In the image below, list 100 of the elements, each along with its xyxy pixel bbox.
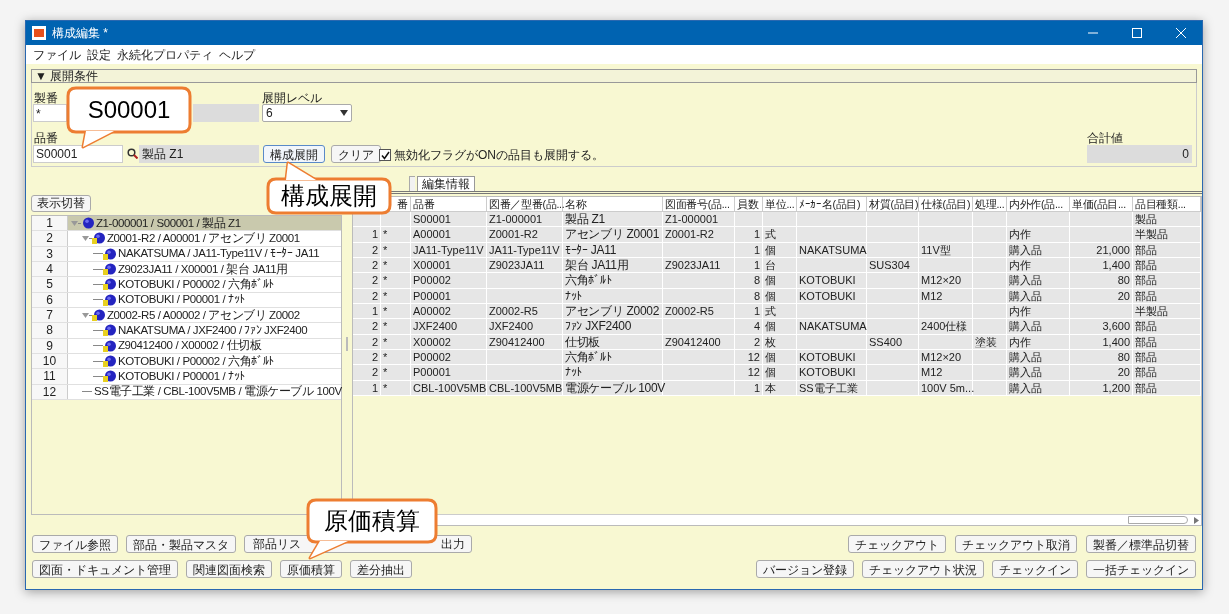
total-field: 0 bbox=[1087, 145, 1192, 163]
action-button[interactable]: チェックアウト bbox=[848, 535, 946, 553]
tree-row[interactable]: Z0001-R2 / A00001 / アセンブリ Z0001 bbox=[68, 231, 341, 246]
tree-row[interactable]: KOTOBUKI / P00001 / ﾅｯﾄ bbox=[68, 369, 341, 384]
tree-node-label: Z1-000001 / S00001 / 製品 Z1 bbox=[96, 215, 241, 231]
level-dropdown[interactable]: 6 bbox=[262, 104, 352, 122]
action-button[interactable]: バージョン登録 bbox=[756, 560, 854, 578]
search-icon[interactable] bbox=[127, 148, 138, 159]
action-button[interactable]: 製番／標準品切替 bbox=[1086, 535, 1196, 553]
table-cell: 部品 bbox=[1133, 334, 1201, 349]
table-cell: Z0002-R5 bbox=[663, 303, 735, 319]
collapse-icon[interactable] bbox=[82, 311, 89, 319]
table-cell: 1 bbox=[353, 227, 381, 242]
tree-row[interactable]: Z1-000001 / S00001 / 製品 Z1 bbox=[68, 216, 341, 231]
field-label: 品番 bbox=[34, 130, 58, 147]
action-button[interactable]: ファイル参照 bbox=[32, 535, 118, 553]
menu-item[interactable]: 設定 bbox=[87, 45, 111, 64]
tab[interactable] bbox=[409, 176, 415, 191]
splitter-handle[interactable] bbox=[346, 337, 348, 351]
column-header[interactable]: 単位... bbox=[765, 198, 795, 210]
table-cell: S00001 bbox=[411, 212, 487, 227]
action-button[interactable]: チェックアウト取消 bbox=[955, 535, 1077, 553]
field-label: 展開レベル bbox=[262, 90, 322, 107]
table-cell: 購入品 bbox=[1007, 380, 1070, 395]
menu-item[interactable]: ヘルプ bbox=[219, 45, 255, 64]
table-cell: SS電子工業 bbox=[797, 380, 867, 395]
action-button[interactable]: 部品・製品マスタ bbox=[126, 535, 236, 553]
table-cell: 100V 5m... bbox=[919, 380, 973, 395]
seiban-field[interactable]: * bbox=[33, 104, 67, 122]
part-icon bbox=[92, 232, 105, 245]
table-cell: M12×20 bbox=[919, 349, 973, 365]
tree-row[interactable]: KOTOBUKI / P00002 / 六角ﾎﾞﾙﾄ bbox=[68, 277, 341, 292]
column-header[interactable]: 処理... bbox=[975, 198, 1005, 210]
window-title: 構成編集 * bbox=[52, 25, 108, 42]
table-cell: 80 bbox=[1070, 349, 1133, 365]
app-icon bbox=[32, 26, 46, 40]
clear-button[interactable]: クリア bbox=[331, 145, 381, 163]
column-header[interactable]: 単価(品目... bbox=[1072, 198, 1126, 210]
action-button[interactable]: 差分抽出 bbox=[350, 560, 412, 578]
table-cell: KOTOBUKI bbox=[797, 365, 867, 380]
column-header[interactable]: 番 bbox=[397, 198, 408, 210]
part-icon bbox=[92, 309, 105, 322]
column-header[interactable]: 名称 bbox=[565, 198, 587, 210]
action-button[interactable]: チェックアウト状況 bbox=[862, 560, 984, 578]
callout-text: S00001 bbox=[87, 96, 171, 124]
column-header[interactable]: 品目種類... bbox=[1135, 198, 1186, 210]
table-cell: M12 bbox=[919, 365, 973, 380]
row-number: 11 bbox=[32, 369, 68, 384]
action-button[interactable]: 関連図面検索 bbox=[186, 560, 272, 578]
action-button[interactable]: 原価積算 bbox=[280, 560, 342, 578]
table-cell: NAKATSUMA bbox=[797, 319, 867, 334]
action-button[interactable]: 一括チェックイン bbox=[1086, 560, 1196, 578]
table-cell: 2 bbox=[735, 334, 763, 349]
table-cell: JXF2400 bbox=[411, 319, 487, 334]
action-button[interactable]: 図面・ドキュメント管理 bbox=[32, 560, 178, 578]
column-header[interactable]: 員数 bbox=[737, 198, 759, 210]
column-header[interactable]: 品番 bbox=[413, 198, 435, 210]
sphere-icon bbox=[81, 217, 94, 230]
dropdown-arrow-icon bbox=[340, 110, 348, 116]
column-header[interactable]: 内外作(品... bbox=[1009, 198, 1063, 210]
table-cell: 3,600 bbox=[1070, 319, 1133, 334]
checkbox[interactable] bbox=[379, 149, 391, 161]
table-cell: X00001 bbox=[411, 258, 487, 273]
tab[interactable]: 編集情報 bbox=[417, 176, 475, 191]
table-cell: 1 bbox=[735, 258, 763, 273]
tree-node-label: Z90412400 / X00002 / 仕切板 bbox=[118, 338, 262, 354]
table-cell: JXF2400 bbox=[487, 319, 563, 334]
table-cell: 個 bbox=[763, 242, 797, 257]
table-cell: 購入品 bbox=[1007, 319, 1070, 334]
collapse-icon[interactable] bbox=[71, 219, 78, 227]
table-cell: 20 bbox=[1070, 288, 1133, 303]
column-header[interactable]: 図面番号(品... bbox=[665, 198, 730, 210]
table-cell: 式 bbox=[763, 227, 797, 242]
display-toggle-button[interactable]: 表示切替 bbox=[31, 195, 91, 212]
table-cell: 2 bbox=[353, 273, 381, 288]
tree-node-label: KOTOBUKI / P00001 / ﾅｯﾄ bbox=[118, 368, 245, 384]
menu-item[interactable]: ファイル bbox=[33, 45, 81, 64]
section-header[interactable]: ▼ 展開条件 bbox=[31, 69, 1197, 83]
tree-row[interactable]: NAKATSUMA / JXF2400 / ﾌｧﾝ JXF2400 bbox=[68, 323, 341, 338]
column-header[interactable]: 材質(品目) bbox=[869, 198, 919, 210]
table-cell: Z1-000001 bbox=[663, 212, 735, 227]
table-cell: CBL-100V5MB bbox=[487, 380, 563, 395]
table-cell: 個 bbox=[763, 349, 797, 365]
table-cell: * bbox=[381, 334, 411, 349]
collapse-icon[interactable] bbox=[82, 235, 89, 242]
close-icon[interactable] bbox=[1176, 28, 1186, 38]
maximize-icon[interactable] bbox=[1132, 28, 1142, 38]
table-cell: Z9023JA11 bbox=[487, 258, 563, 273]
table-cell: 台 bbox=[763, 258, 797, 273]
table-cell: CBL-100V5MB bbox=[411, 380, 487, 395]
column-header[interactable]: 図番／型番(品... bbox=[489, 198, 565, 210]
column-header[interactable]: 仕様(品目) bbox=[921, 198, 971, 210]
table-cell: 1,400 bbox=[1070, 334, 1133, 349]
tree-node-label: NAKATSUMA / JA11-Type11V / ﾓｰﾀｰ JA11 bbox=[118, 246, 320, 262]
expand-button[interactable]: 構成展開 bbox=[263, 145, 325, 163]
table-cell: 1 bbox=[735, 227, 763, 242]
action-button[interactable]: チェックイン bbox=[992, 560, 1078, 578]
column-header[interactable]: ﾒｰｶｰ名(品目) bbox=[799, 198, 861, 210]
menu-item[interactable]: 永続化プロパティ bbox=[117, 45, 213, 64]
table-cell: 購入品 bbox=[1007, 242, 1070, 257]
